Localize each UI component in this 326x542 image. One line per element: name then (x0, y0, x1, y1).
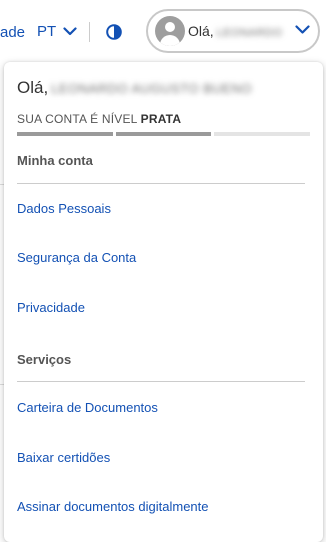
user-menu-button[interactable]: Olá, LEONARDO (146, 9, 320, 53)
menu-item-baixar-certidoes[interactable]: Baixar certidões (17, 450, 110, 465)
header-divider (89, 22, 90, 42)
chevron-down-icon (295, 25, 310, 34)
menu-item-carteira-documentos[interactable]: Carteira de Documentos (17, 400, 158, 415)
avatar (155, 16, 185, 46)
full-name-blurred: LEONARDO AUGUSTO BUENO (51, 81, 252, 96)
user-dropdown-menu: Olá, LEONARDO AUGUSTO BUENO SUA CONTA É N… (4, 62, 323, 542)
account-level-value: PRATA (140, 112, 182, 126)
menu-item-dados-pessoais[interactable]: Dados Pessoais (17, 201, 111, 216)
top-header: ade PT Olá, LEONARDO (0, 0, 326, 62)
progress-segment (214, 132, 311, 136)
section-divider (17, 183, 305, 184)
contrast-icon[interactable] (106, 24, 122, 40)
section-title-servicos: Serviços (17, 352, 72, 367)
language-label: PT (37, 23, 57, 40)
account-level: SUA CONTA É NÍVEL PRATA (17, 112, 182, 126)
menu-item-privacidade[interactable]: Privacidade (17, 300, 85, 315)
header-partial-link[interactable]: ade (0, 24, 25, 41)
dropdown-greeting: Olá, LEONARDO AUGUSTO BUENO (17, 78, 252, 97)
language-selector[interactable]: PT (37, 23, 77, 40)
section-divider (17, 381, 305, 382)
section-title-minha-conta: Minha conta (17, 153, 93, 168)
progress-segment (17, 132, 113, 136)
user-greeting: Olá, LEONARDO (188, 23, 283, 39)
menu-item-assinar-documentos[interactable]: Assinar documentos digitalmente (17, 499, 209, 514)
user-name-blurred: LEONARDO (216, 27, 283, 39)
account-level-progress (17, 132, 311, 136)
progress-segment (115, 132, 212, 136)
chevron-down-icon (63, 27, 77, 36)
menu-item-seguranca-conta[interactable]: Segurança da Conta (17, 250, 136, 265)
